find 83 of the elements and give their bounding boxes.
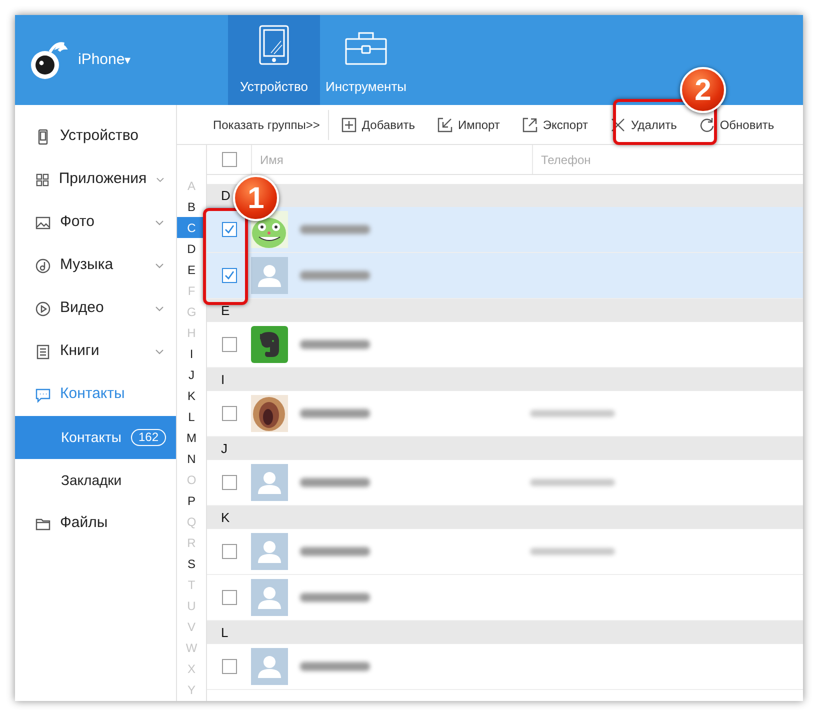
sidebar-item[interactable]: Приложения xyxy=(15,158,176,201)
blurred-name xyxy=(300,547,370,556)
blurred-name xyxy=(300,478,370,487)
top-tab[interactable]: Устройство xyxy=(228,15,320,105)
grid-icon xyxy=(35,172,50,188)
person-icon xyxy=(251,533,288,570)
tablet-icon xyxy=(259,24,289,64)
blurred-name xyxy=(300,225,370,234)
sidebar-item[interactable]: Фото xyxy=(15,201,176,244)
group-letter: E xyxy=(221,302,230,320)
contact-row[interactable] xyxy=(207,207,803,253)
blurred-name xyxy=(300,271,370,280)
contact-row[interactable] xyxy=(207,575,803,621)
person-icon xyxy=(251,257,288,294)
elephant-icon xyxy=(251,326,288,363)
toolbar-button[interactable]: Добавить xyxy=(338,116,417,134)
contact-row[interactable] xyxy=(207,529,803,575)
index-letter[interactable]: P xyxy=(177,490,206,511)
sidebar-item[interactable]: Файлы xyxy=(15,502,176,545)
toolbar-button[interactable]: Импорт xyxy=(434,116,502,134)
close-icon xyxy=(610,116,626,132)
checkbox[interactable] xyxy=(222,590,236,605)
blurred-name xyxy=(300,409,370,418)
blurred-name xyxy=(300,593,370,602)
checkbox[interactable] xyxy=(222,268,236,283)
music-icon xyxy=(35,258,51,274)
sidebar-item[interactable]: Музыка xyxy=(15,244,176,287)
contact-row[interactable] xyxy=(207,391,803,437)
person-icon xyxy=(251,464,288,501)
group-letter: I xyxy=(221,370,225,389)
contact-row[interactable] xyxy=(207,644,803,690)
checkbox[interactable] xyxy=(222,544,236,559)
index-letter[interactable]: B xyxy=(177,196,206,217)
toolbar-button[interactable]: Удалить xyxy=(608,116,679,134)
chat-icon xyxy=(35,386,51,402)
column-header: Телефон xyxy=(540,152,591,168)
export-icon xyxy=(522,116,538,132)
group-letter: J xyxy=(221,440,228,458)
contact-row[interactable] xyxy=(207,253,803,299)
book-icon xyxy=(35,344,51,360)
import-icon xyxy=(436,116,453,132)
sidebar-subitem[interactable]: Контакты 162 xyxy=(15,416,176,459)
sidebar-item[interactable]: Книги xyxy=(15,330,176,373)
person-icon xyxy=(251,648,288,685)
checkbox[interactable] xyxy=(222,659,236,674)
contact-row[interactable] xyxy=(207,322,803,368)
index-letter[interactable]: L xyxy=(177,406,206,427)
sidebar-item[interactable]: Устройство xyxy=(15,115,176,158)
sidebar-item[interactable]: Контакты xyxy=(15,373,176,416)
sidebar-subitem-label: Контакты xyxy=(61,428,122,447)
toolbox-icon xyxy=(345,30,387,64)
person-icon xyxy=(251,579,288,616)
play-icon xyxy=(35,300,51,316)
checkbox[interactable] xyxy=(222,406,236,421)
index-letter[interactable]: N xyxy=(177,448,206,469)
index-letter[interactable]: D xyxy=(177,238,206,259)
column-header: Имя xyxy=(260,152,284,168)
index-letter[interactable]: K xyxy=(177,385,206,406)
plus-icon xyxy=(340,116,357,132)
count-badge: 162 xyxy=(131,429,166,446)
group-letter: D xyxy=(221,186,230,205)
contact-row[interactable] xyxy=(207,460,803,506)
group-letter: L xyxy=(221,624,228,642)
toolbar-button[interactable]: Экспорт xyxy=(520,116,590,134)
index-letter[interactable]: J xyxy=(177,364,206,385)
toolbar-button[interactable]: Обновить xyxy=(696,116,776,134)
index-letter[interactable]: S xyxy=(177,553,206,574)
show-groups-link[interactable]: Показать группы>> xyxy=(207,110,329,140)
checkbox[interactable] xyxy=(222,222,236,237)
checkbox[interactable] xyxy=(222,152,236,167)
group-letter: K xyxy=(221,508,230,527)
image-icon xyxy=(35,214,51,230)
index-letter[interactable]: C xyxy=(177,217,206,238)
blurred-name xyxy=(300,340,370,349)
checkbox[interactable] xyxy=(222,337,236,352)
sidebar-subitem-label: Закладки xyxy=(61,471,122,490)
index-letter[interactable]: M xyxy=(177,427,206,448)
sidebar-item[interactable]: Видео xyxy=(15,287,176,330)
checkbox[interactable] xyxy=(222,475,236,490)
index-letter[interactable]: I xyxy=(177,343,206,364)
blurred-name xyxy=(300,662,370,671)
index-letter[interactable]: E xyxy=(177,259,206,280)
refresh-icon xyxy=(698,116,715,132)
